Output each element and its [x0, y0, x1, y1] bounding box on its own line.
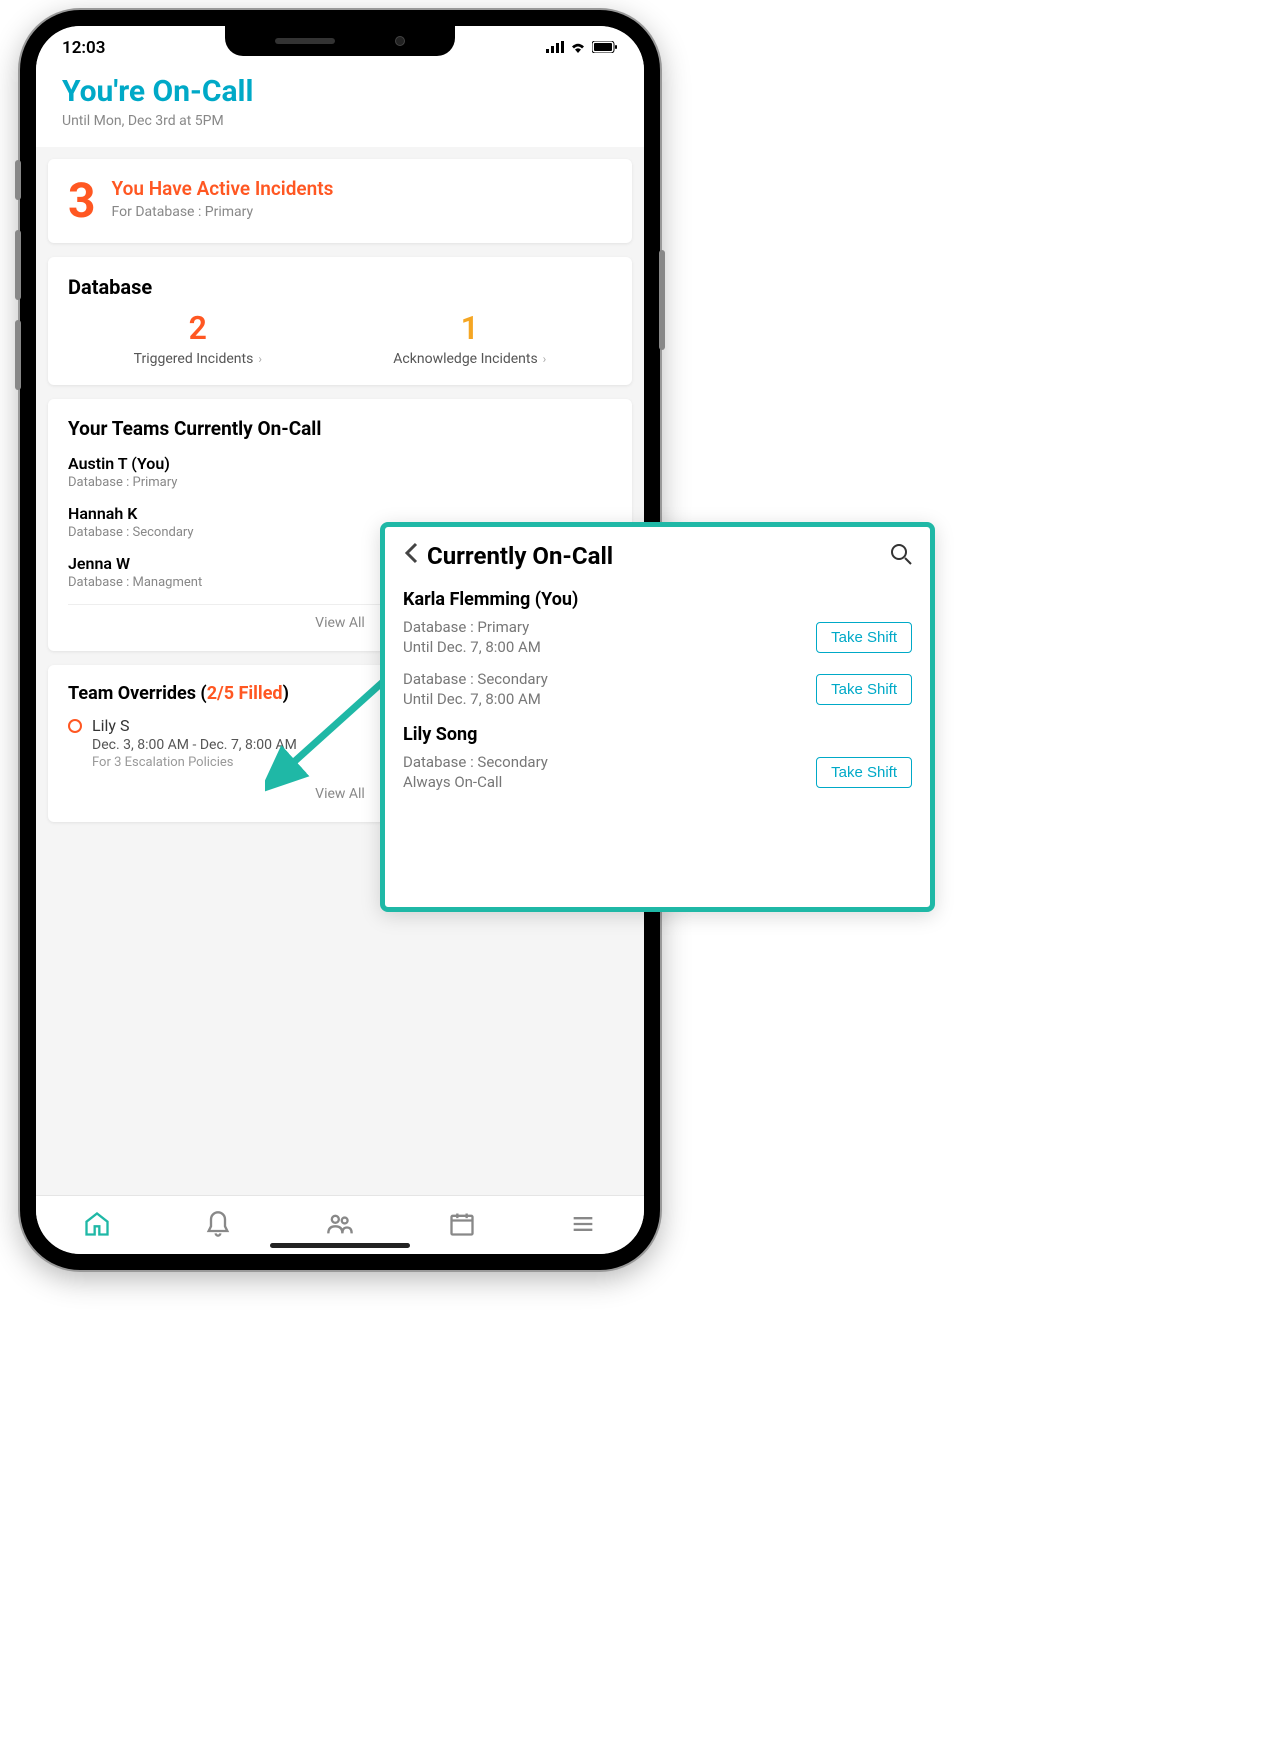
phone-volume-down: [15, 320, 21, 390]
nav-alerts-icon[interactable]: [204, 1210, 232, 1238]
shift-database: Database : Secondary: [403, 753, 548, 771]
oncall-person: Karla Flemming (You) Database : Primary …: [403, 589, 912, 708]
currently-oncall-overlay: Currently On-Call Karla Flemming (You) D…: [380, 522, 935, 912]
battery-icon: [592, 38, 618, 58]
overrides-filled: 2/5 Filled: [207, 683, 283, 704]
incident-subtitle: For Database : Primary: [112, 204, 334, 220]
person-name: Lily Song: [403, 724, 912, 745]
member-name: Hannah K: [68, 504, 612, 523]
override-time: Dec. 3, 8:00 AM - Dec. 7, 8:00 AM: [92, 737, 297, 753]
team-member[interactable]: Austin T (You) Database : Primary: [68, 454, 612, 490]
home-indicator[interactable]: [270, 1243, 410, 1248]
status-ring-icon: [68, 719, 82, 733]
phone-volume-up: [15, 230, 21, 300]
nav-people-icon[interactable]: [326, 1210, 354, 1238]
triggered-label: Triggered Incidents: [134, 351, 254, 367]
nav-menu-icon[interactable]: [569, 1210, 597, 1238]
back-button[interactable]: [403, 541, 419, 571]
ack-count: 1: [393, 309, 546, 347]
active-incidents-card[interactable]: 3 You Have Active Incidents For Database…: [48, 159, 632, 243]
take-shift-button[interactable]: Take Shift: [816, 757, 912, 788]
wifi-icon: [570, 38, 586, 58]
status-time: 12:03: [62, 38, 105, 58]
database-card: Database 2 Triggered Incidents › 1 Ackno…: [48, 257, 632, 385]
phone-notch: [225, 26, 455, 56]
bottom-nav: [36, 1195, 644, 1254]
page-title: You're On-Call: [62, 74, 618, 109]
search-icon[interactable]: [890, 543, 912, 569]
triggered-incidents[interactable]: 2 Triggered Incidents ›: [134, 309, 262, 367]
overlay-title: Currently On-Call: [427, 542, 882, 570]
incident-count: 3: [68, 177, 96, 225]
override-name: Lily S: [92, 716, 297, 735]
shift-until: Until Dec. 7, 8:00 AM: [403, 638, 541, 656]
oncall-shift: Database : Primary Until Dec. 7, 8:00 AM…: [403, 618, 912, 656]
phone-power-button: [659, 250, 665, 350]
member-name: Austin T (You): [68, 454, 612, 473]
ack-label: Acknowledge Incidents: [393, 351, 537, 367]
page-subtitle: Until Mon, Dec 3rd at 5PM: [62, 113, 618, 129]
teams-title: Your Teams Currently On-Call: [68, 417, 612, 440]
incident-title: You Have Active Incidents: [112, 177, 334, 200]
signal-icon: [546, 38, 564, 58]
oncall-person: Lily Song Database : Secondary Always On…: [403, 724, 912, 791]
acknowledged-incidents[interactable]: 1 Acknowledge Incidents ›: [393, 309, 546, 367]
override-policies: For 3 Escalation Policies: [92, 755, 297, 770]
nav-calendar-icon[interactable]: [448, 1210, 476, 1238]
take-shift-button[interactable]: Take Shift: [816, 622, 912, 653]
header: You're On-Call Until Mon, Dec 3rd at 5PM: [36, 64, 644, 147]
person-name: Karla Flemming (You): [403, 589, 912, 610]
member-role: Database : Primary: [68, 475, 612, 490]
oncall-shift: Database : Secondary Until Dec. 7, 8:00 …: [403, 670, 912, 708]
triggered-count: 2: [134, 309, 262, 347]
phone-mute-switch: [15, 160, 21, 200]
database-title: Database: [68, 275, 612, 299]
oncall-shift: Database : Secondary Always On-Call Take…: [403, 753, 912, 791]
shift-database: Database : Secondary: [403, 670, 548, 688]
shift-until: Until Dec. 7, 8:00 AM: [403, 690, 548, 708]
chevron-right-icon: ›: [255, 352, 262, 366]
shift-until: Always On-Call: [403, 773, 548, 791]
chevron-right-icon: ›: [540, 352, 547, 366]
take-shift-button[interactable]: Take Shift: [816, 674, 912, 705]
shift-database: Database : Primary: [403, 618, 541, 636]
nav-home-icon[interactable]: [83, 1210, 111, 1238]
